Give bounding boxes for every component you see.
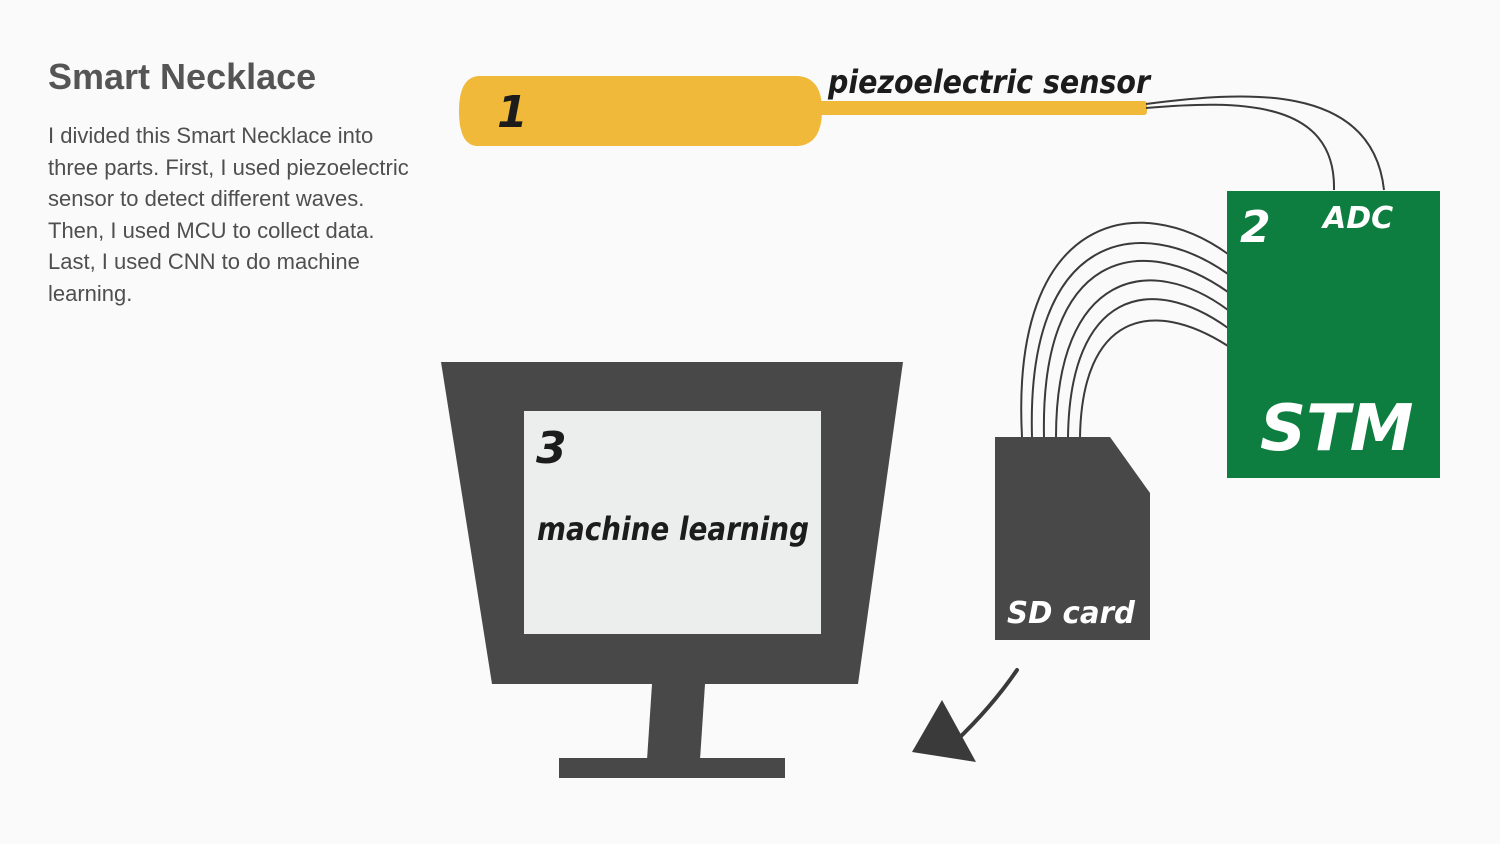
computer-monitor: 3 machine learning: [441, 362, 903, 778]
transfer-arrow: [912, 668, 1019, 762]
stm-label: STM: [1260, 392, 1413, 466]
stm-number: 2: [1240, 202, 1271, 253]
sd-card: SD card: [995, 437, 1150, 640]
diagram: 1 piezoelectric sensor 2 ADC STM SD card: [441, 63, 1440, 778]
adc-label: ADC: [1321, 201, 1393, 236]
stm-board: 2 ADC STM: [1227, 191, 1440, 478]
monitor-neck: [647, 684, 705, 760]
monitor-base: [559, 758, 785, 778]
sensor-number: 1: [497, 87, 528, 138]
sensor-strip: [815, 101, 1147, 115]
mcu-sd-wires: [1020, 221, 1229, 438]
sensor-adc-wires: [1145, 95, 1385, 191]
computer-label: machine learning: [537, 510, 809, 548]
piezo-sensor: 1 piezoelectric sensor: [459, 63, 1152, 146]
sd-card-label: SD card: [1007, 596, 1136, 631]
computer-number: 3: [536, 423, 567, 474]
sensor-label: piezoelectric sensor: [827, 63, 1152, 101]
